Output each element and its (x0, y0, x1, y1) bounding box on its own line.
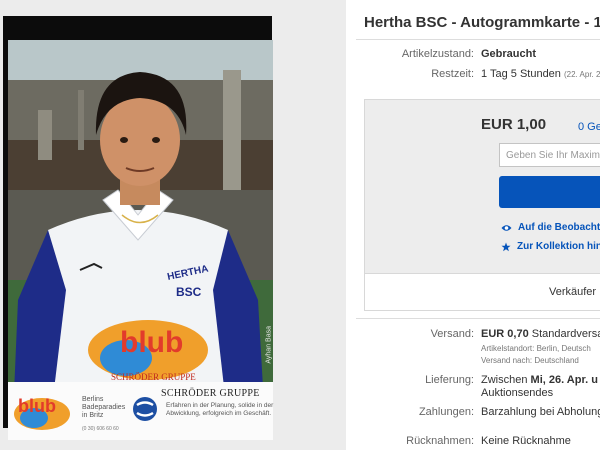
ships-to: Versand nach: Deutschland (481, 356, 579, 365)
delivery-value: Zwischen Mi, 26. Apr. u (481, 374, 598, 386)
item-location: Artikelstandort: Berlin, Deutsch (481, 344, 591, 353)
time-left-label: Restzeit: (431, 68, 474, 80)
condition-label: Artikelzustand: (401, 48, 474, 60)
listing-details: Hertha BSC - Autogrammkarte - 19 Artikel… (346, 0, 600, 450)
shipping-value: EUR 0,70 Standardversa (481, 328, 600, 340)
collection-link[interactable]: Zur Kollektion hin (501, 241, 600, 252)
collection-link-label: Zur Kollektion hin (517, 241, 600, 252)
current-price: EUR 1,00 (481, 116, 547, 133)
time-left-value: 1 Tag 5 Stunden (22. Apr. 2 (481, 68, 600, 80)
blub-logo: blub (14, 396, 70, 430)
returns-label: Rücknahmen: (406, 435, 474, 447)
delivery-label: Lieferung: (425, 374, 474, 386)
returns-value: Keine Rücknahme (481, 435, 571, 447)
end-date: (22. Apr. 2 (563, 70, 600, 79)
footer-brand: SCHRÖDER GRUPPE (161, 388, 260, 399)
watch-link-label: Auf die Beobacht (518, 222, 600, 233)
seller-label[interactable]: Verkäufer (549, 286, 596, 298)
max-bid-input[interactable]: Geben Sie Ihr Maxima (499, 143, 600, 167)
footer-berlin-text: Berlins Badeparadies in Britz (82, 396, 126, 419)
bid-divider (356, 318, 600, 319)
svg-text:blub: blub (18, 396, 56, 416)
star-icon (501, 242, 511, 251)
item-image[interactable]: blub SCHRÖDER GRUPPE HERTHA BSC Ayhan Ba… (3, 16, 273, 440)
item-image-panel: blub SCHRÖDER GRUPPE HERTHA BSC Ayhan Ba… (0, 0, 346, 450)
title-divider (356, 39, 600, 40)
sponsor-sub-text: SCHRÖDER GRUPPE (111, 372, 196, 382)
delivery-date: Mi, 26. Apr. u (530, 374, 598, 386)
schroeder-logo (133, 397, 157, 421)
time-left-text: 1 Tag 5 Stunden (481, 68, 561, 80)
watch-link[interactable]: Auf die Beobacht (501, 222, 600, 233)
shipping-cost: EUR 0,70 (481, 328, 529, 340)
footer-slogan: Erfahren in der Planung, solide in der A… (166, 402, 274, 417)
delivery-line2: Auktionsendes (481, 387, 554, 399)
condition-value: Gebraucht (481, 48, 537, 60)
eye-icon (501, 224, 512, 231)
payment-value: Barzahlung bei Abholung (481, 406, 600, 418)
sponsor-logo-text: blub (120, 326, 183, 359)
footer-phone: (0 30) 606 60 60 (82, 426, 119, 432)
autograph-card-photo: blub SCHRÖDER GRUPPE HERTHA BSC (8, 40, 273, 440)
shipping-method: Standardversa (531, 328, 600, 340)
listing-title: Hertha BSC - Autogrammkarte - 19 (364, 14, 600, 31)
shipping-label: Versand: (430, 328, 474, 340)
bid-button[interactable]: B (499, 176, 600, 208)
delivery-prefix: Zwischen (481, 374, 528, 386)
payment-label: Zahlungen: (418, 406, 474, 418)
svg-text:BSC: BSC (176, 285, 202, 299)
card-footer: blub Berlins Badeparadies in Britz (0 30… (8, 382, 273, 440)
bid-count-link[interactable]: 0 Ge (578, 121, 600, 133)
player-signature: Ayhan Basa (266, 326, 273, 364)
